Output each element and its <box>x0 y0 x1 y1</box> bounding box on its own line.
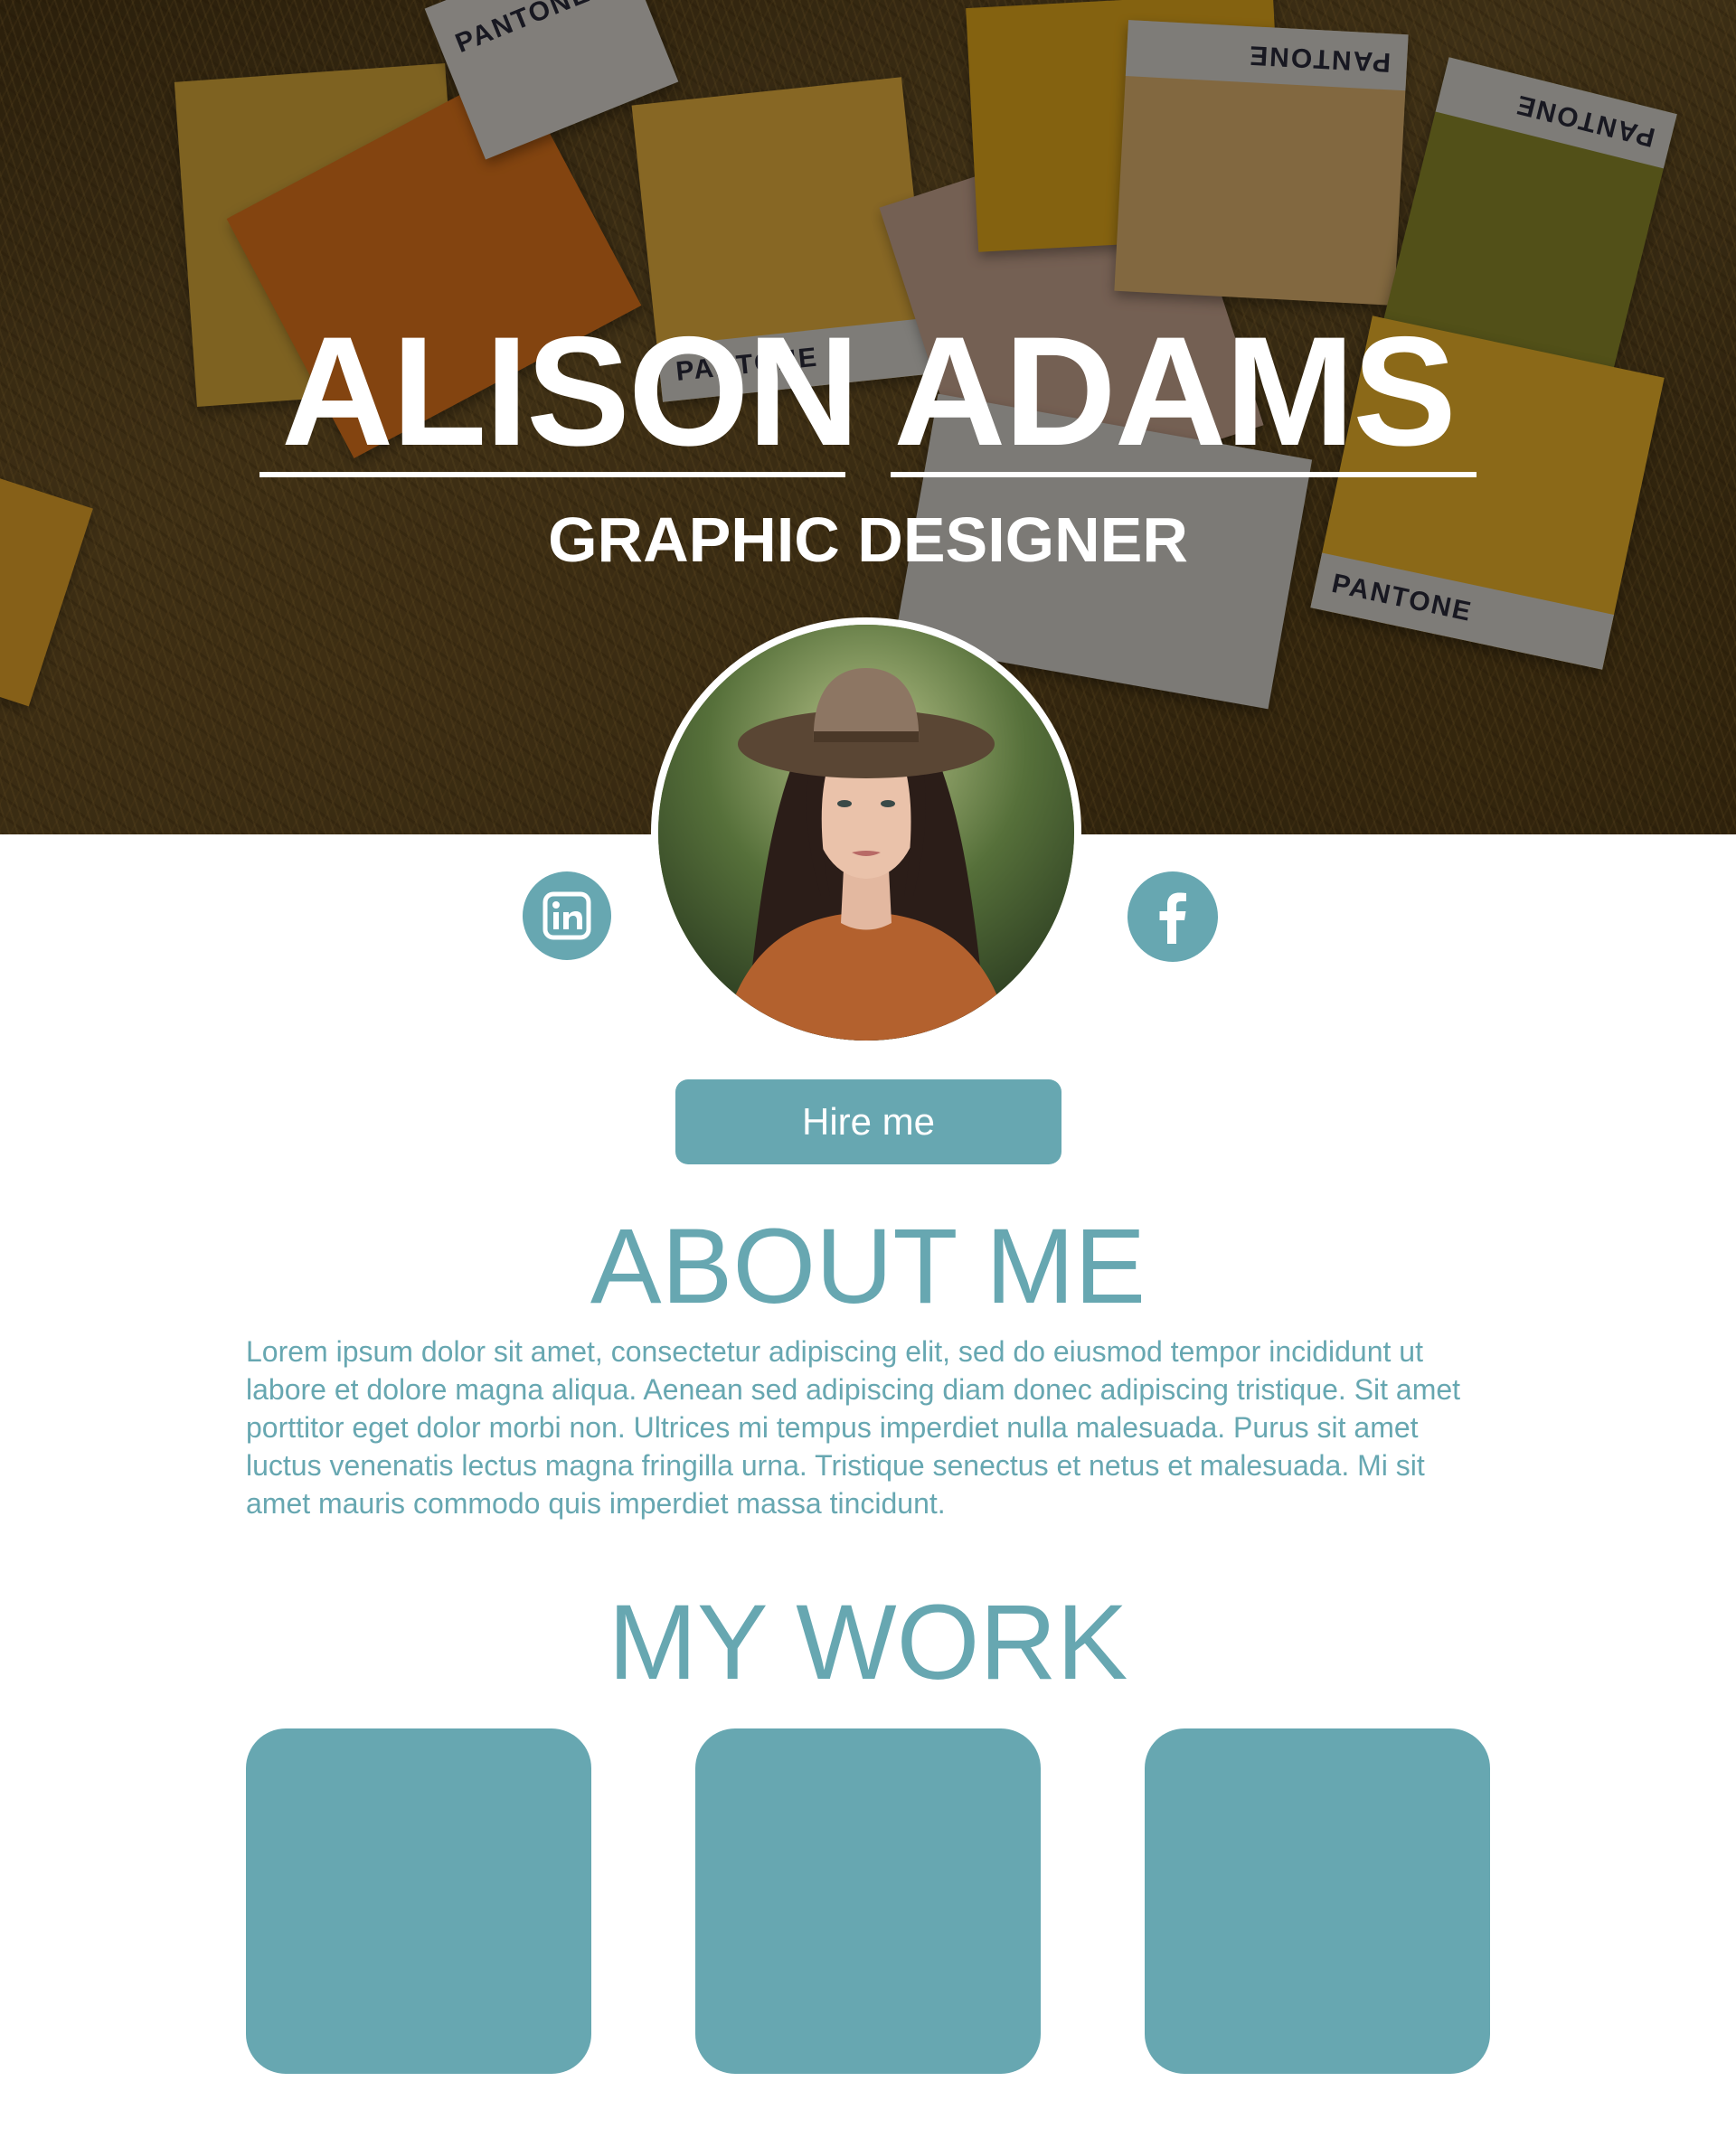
linkedin-link[interactable] <box>523 871 611 960</box>
name-underline <box>259 472 845 477</box>
work-item-3[interactable] <box>1145 1728 1490 2074</box>
avatar <box>651 617 1081 1048</box>
linkedin-icon <box>542 891 591 940</box>
name-underline <box>891 472 1477 477</box>
facebook-icon <box>1159 892 1186 944</box>
work-item-1[interactable] <box>246 1728 591 2074</box>
facebook-link[interactable] <box>1127 871 1218 962</box>
work-grid <box>246 1728 1490 2074</box>
about-body: Lorem ipsum dolor sit amet, consectetur … <box>246 1335 1461 1520</box>
portrait-image <box>658 625 1074 1041</box>
work-item-2[interactable] <box>695 1728 1041 2074</box>
work-title: MY WORK <box>608 1583 1128 1702</box>
hire-me-button[interactable]: Hire me <box>675 1079 1061 1164</box>
about-title: ABOUT ME <box>590 1207 1146 1326</box>
hero-name: ALISON ADAMS <box>281 305 1457 478</box>
hero-role: GRAPHIC DESIGNER <box>548 504 1188 575</box>
